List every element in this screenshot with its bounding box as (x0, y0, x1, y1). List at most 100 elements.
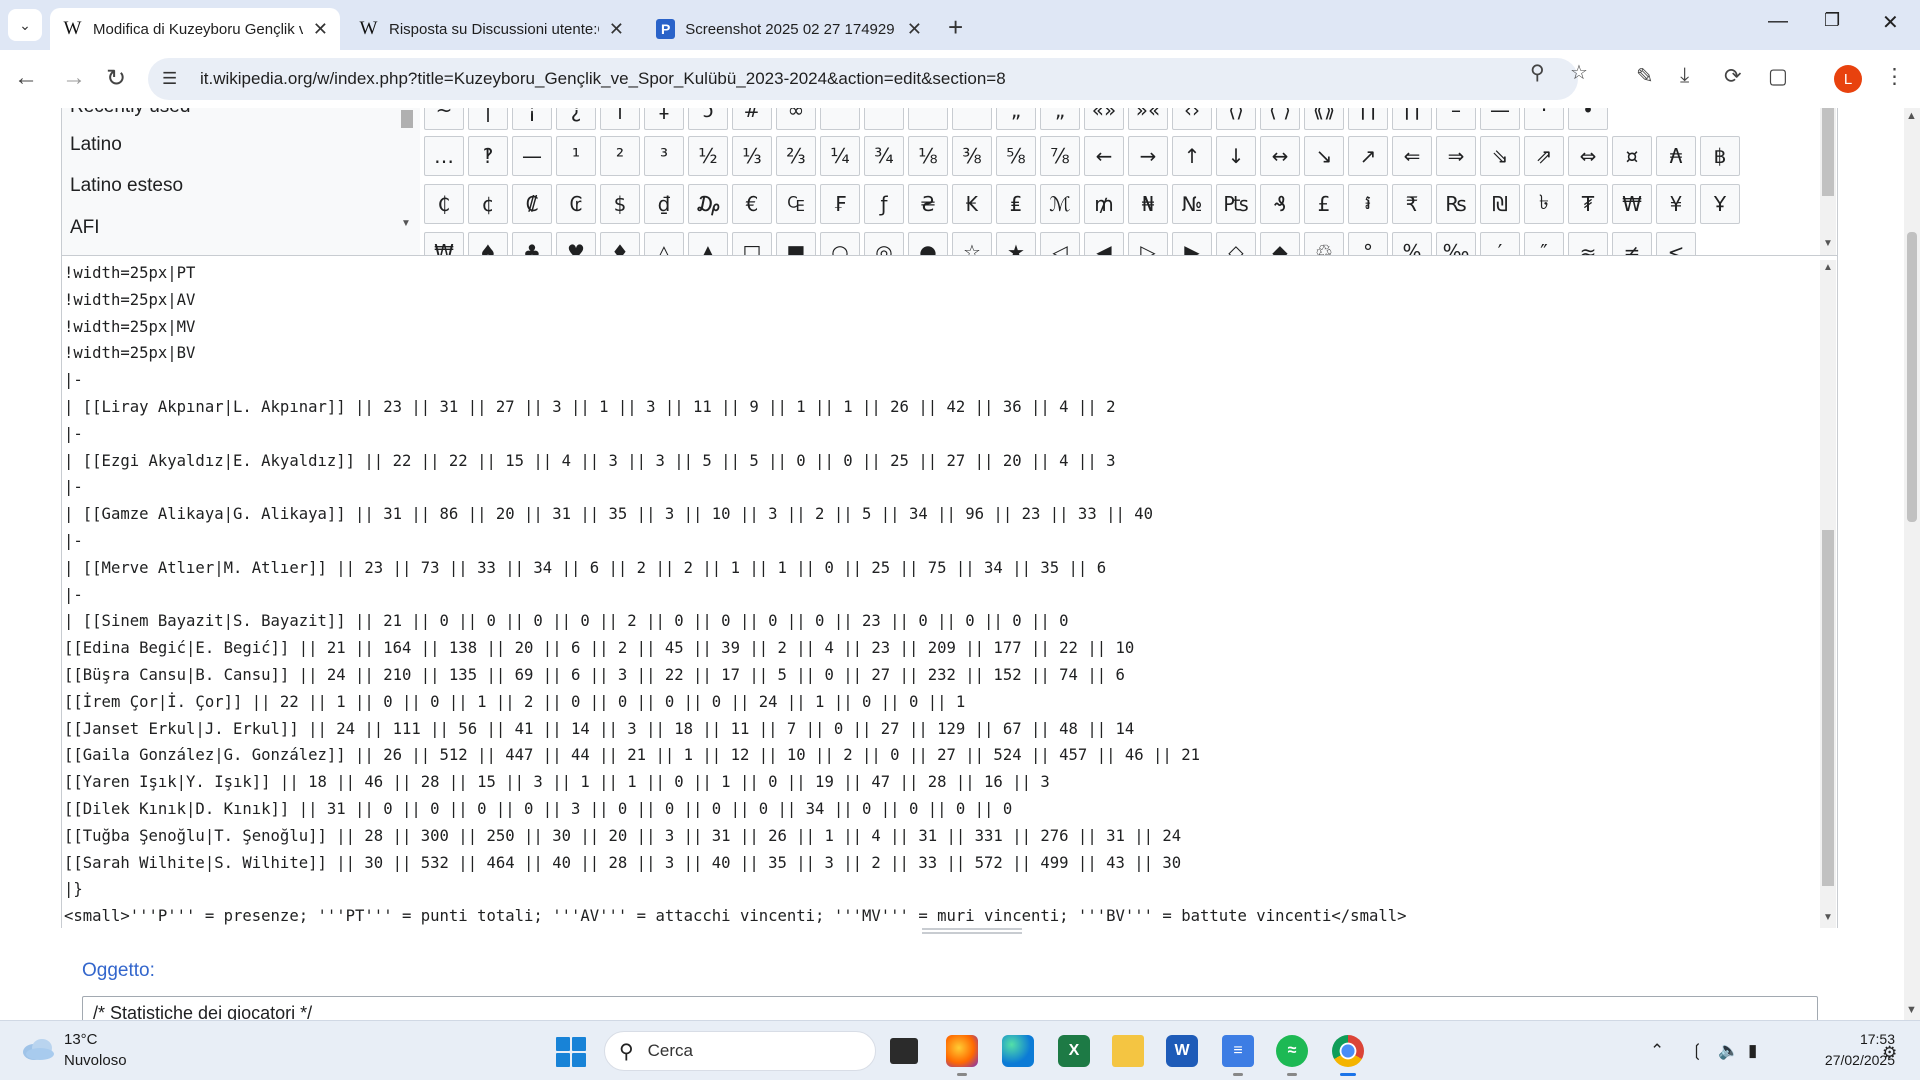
special-char-button[interactable]: ₵ (424, 184, 464, 224)
special-char-button[interactable]: ⅛ (908, 136, 948, 176)
special-char-button[interactable]: „ (1040, 108, 1080, 130)
wikitext-textarea[interactable]: !width=25px|PT !width=25px|AV !width=25px|… (62, 260, 1837, 928)
special-char-button[interactable]: ▷ (1128, 232, 1168, 255)
special-char-button[interactable]: · (1524, 108, 1564, 130)
wikitext-line[interactable]: | [[Liray Akpınar|L. Akpınar]] || 23 || … (64, 394, 1407, 421)
back-button[interactable]: ← (14, 64, 38, 92)
wikitext-line[interactable]: |- (64, 528, 1407, 555)
wikitext-line[interactable]: !width=25px|AV (64, 287, 1407, 314)
special-char-button[interactable]: † (600, 108, 640, 130)
special-char-button[interactable]: ‘ (820, 108, 860, 130)
special-char-button[interactable]: ⇔ (1568, 136, 1608, 176)
special-char-button[interactable]: ₢ (556, 184, 596, 224)
special-char-button[interactable]: ⅝ (996, 136, 1036, 176)
special-char-button[interactable]: # (732, 108, 772, 130)
special-char-button[interactable]: ◁ (1040, 232, 1080, 255)
special-char-button[interactable]: ₭ (952, 184, 992, 224)
special-char-button[interactable]: ♦ (600, 232, 640, 255)
special-char-button[interactable]: ⇐ (1392, 136, 1432, 176)
cloudy-weather-icon[interactable] (20, 1035, 56, 1063)
show-hidden-icons[interactable]: ⌃ (1650, 1041, 1664, 1061)
url-text[interactable]: it.wikipedia.org/w/index.php?title=Kuzey… (200, 69, 1006, 89)
special-char-button[interactable]: ↗ (1348, 136, 1388, 176)
special-char-button[interactable]: ³ (644, 136, 684, 176)
special-char-button[interactable]: ₠ (776, 184, 816, 224)
special-char-button[interactable]: ↔ (1260, 136, 1300, 176)
close-icon[interactable]: ✕ (313, 19, 328, 40)
editor-resize-handle[interactable] (922, 928, 1022, 934)
special-char-button[interactable]: ₰ (1260, 184, 1300, 224)
special-char-button[interactable]: ° (1348, 232, 1388, 255)
special-char-button[interactable]: ៛ (1348, 184, 1388, 224)
wikitext-line[interactable]: | [[Ezgi Akyaldız|E. Akyaldız]] || 22 ||… (64, 448, 1407, 475)
special-char-button[interactable]: ⟨ ⟩ (1260, 108, 1300, 130)
special-char-button[interactable]: % (1392, 232, 1432, 255)
special-char-button[interactable]: № (1172, 184, 1212, 224)
special-char-button[interactable]: “ (908, 108, 948, 130)
special-char-button[interactable]: ′ (1480, 232, 1520, 255)
special-char-button[interactable]: ☆ (952, 232, 992, 255)
category-afi[interactable]: AFI (70, 217, 100, 239)
special-char-button[interactable]: Ұ (1700, 184, 1740, 224)
category-recently-used[interactable]: Recently used (70, 108, 190, 118)
firefox-icon[interactable] (946, 1035, 978, 1076)
tab-search-button[interactable]: ⌄ (8, 9, 42, 41)
special-char-button[interactable]: ★ (996, 232, 1036, 255)
wikitext-line[interactable]: [[İrem Çor|İ. Çor]] || 22 || 1 || 0 || 0… (64, 689, 1407, 716)
wikitext-line[interactable]: [[Janset Erkul|J. Erkul]] || 24 || 111 |… (64, 716, 1407, 743)
special-char-button[interactable]: ‰ (1436, 232, 1476, 255)
special-char-button[interactable]: «» (1084, 108, 1124, 130)
special-char-button[interactable]: • (1568, 108, 1608, 130)
download-icon[interactable]: ⤓ (1680, 64, 1689, 88)
notification-icon[interactable]: ⚙ (1882, 1043, 1897, 1063)
wikitext-line[interactable]: |- (64, 367, 1407, 394)
page-scrollbar[interactable]: ▲ ▼ (1904, 108, 1920, 1020)
special-char-button[interactable]: ◆ (1260, 232, 1300, 255)
special-char-button[interactable]: ℳ (1040, 184, 1080, 224)
special-char-button[interactable]: ৳ (1524, 184, 1564, 224)
special-char-button[interactable]: „ (996, 108, 1036, 130)
special-char-button[interactable]: ₩ (424, 232, 464, 255)
wikitext-line[interactable]: |- (64, 421, 1407, 448)
special-char-button[interactable]: – (1436, 108, 1476, 130)
wifi-icon[interactable]: ❲ (1690, 1041, 1704, 1061)
sync-icon[interactable]: ⟳ (1724, 64, 1742, 89)
wikitext-line[interactable]: [[Tuğba Şenoğlu|T. Şenoğlu]] || 28 || 30… (64, 823, 1407, 850)
special-char-button[interactable]: ⅜ (952, 136, 992, 176)
new-tab-button[interactable]: + (948, 12, 963, 43)
special-char-button[interactable]: ♣ (512, 232, 552, 255)
wikitext-line[interactable]: [[Yaren Işık|Y. Işık]] || 18 || 46 || 28… (64, 769, 1407, 796)
window-close-button[interactable]: ✕ (1882, 10, 1899, 35)
special-char-button[interactable]: ₹ (1392, 184, 1432, 224)
address-bar[interactable]: ☰ it.wikipedia.org/w/index.php?title=Kuz… (148, 58, 1578, 100)
special-char-button[interactable]: ¢ (468, 184, 508, 224)
start-button[interactable] (556, 1037, 586, 1067)
special-char-button[interactable]: ■ (776, 232, 816, 255)
chrome-icon[interactable] (1332, 1035, 1364, 1076)
special-char-button[interactable]: ○ (820, 232, 860, 255)
wikitext-line[interactable]: [[Büşra Cansu|B. Cansu]] || 24 || 210 ||… (64, 662, 1407, 689)
special-char-button[interactable]: ₣ (820, 184, 860, 224)
special-char-button[interactable]: ▶ (1172, 232, 1212, 255)
special-char-button[interactable]: ¾ (864, 136, 904, 176)
category-latino[interactable]: Latino (70, 134, 122, 156)
special-char-button[interactable]: ⌈⌉ (1348, 108, 1388, 130)
minimize-button[interactable]: — (1768, 10, 1788, 33)
special-char-button[interactable]: ‡ (644, 108, 684, 130)
special-char-button[interactable]: ↘ (1304, 136, 1344, 176)
special-char-button[interactable]: ◀ (1084, 232, 1124, 255)
special-char-button[interactable]: ’ (864, 108, 904, 130)
special-char-button[interactable]: ‽ (468, 136, 508, 176)
special-char-button[interactable]: △ (644, 232, 684, 255)
special-char-button[interactable]: □ (732, 232, 772, 255)
special-char-button[interactable]: ● (908, 232, 948, 255)
close-icon[interactable]: ✕ (609, 19, 624, 40)
special-char-button[interactable]: — (1480, 108, 1520, 130)
wikitext-line[interactable]: |- (64, 474, 1407, 501)
special-char-button[interactable]: ∞ (776, 108, 816, 130)
wikitext-line[interactable]: [[Edina Begić|E. Begić]] || 21 || 164 ||… (64, 635, 1407, 662)
special-char-button[interactable]: ฿ (1700, 136, 1740, 176)
zoom-icon[interactable]: ⚲ (1530, 60, 1545, 85)
file-explorer-icon[interactable] (1112, 1035, 1144, 1067)
word-icon[interactable]: W (1166, 1035, 1198, 1067)
